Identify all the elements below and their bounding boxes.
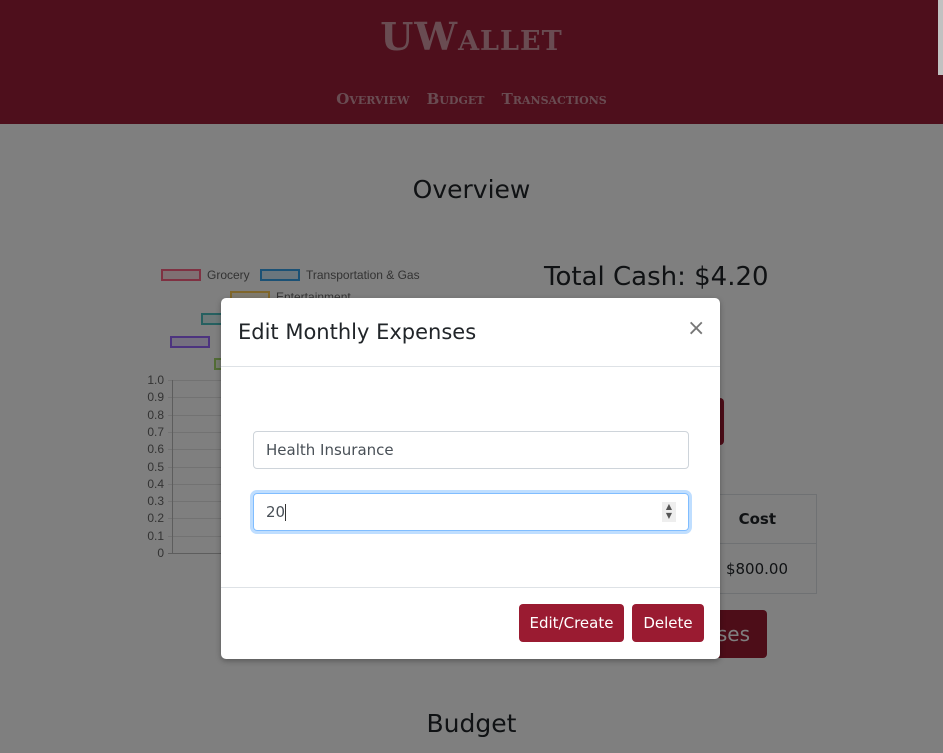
expense-amount-input[interactable]: 20 ▲ ▼ [253,493,689,531]
edit-expenses-modal: Edit Monthly Expenses × Health Insurance… [221,298,720,659]
divider [221,587,720,588]
text-caret [285,504,287,521]
edit-create-button[interactable]: Edit/Create [519,604,624,642]
expense-name-input[interactable]: Health Insurance [253,431,689,469]
number-spinner[interactable]: ▲ ▼ [662,502,676,522]
delete-button[interactable]: Delete [632,604,704,642]
modal-title: Edit Monthly Expenses [238,320,477,344]
scrollbar[interactable] [938,0,943,75]
input-value: Health Insurance [266,441,394,459]
input-value: 20 [266,503,286,521]
close-icon[interactable]: × [687,316,705,341]
divider [221,366,720,367]
